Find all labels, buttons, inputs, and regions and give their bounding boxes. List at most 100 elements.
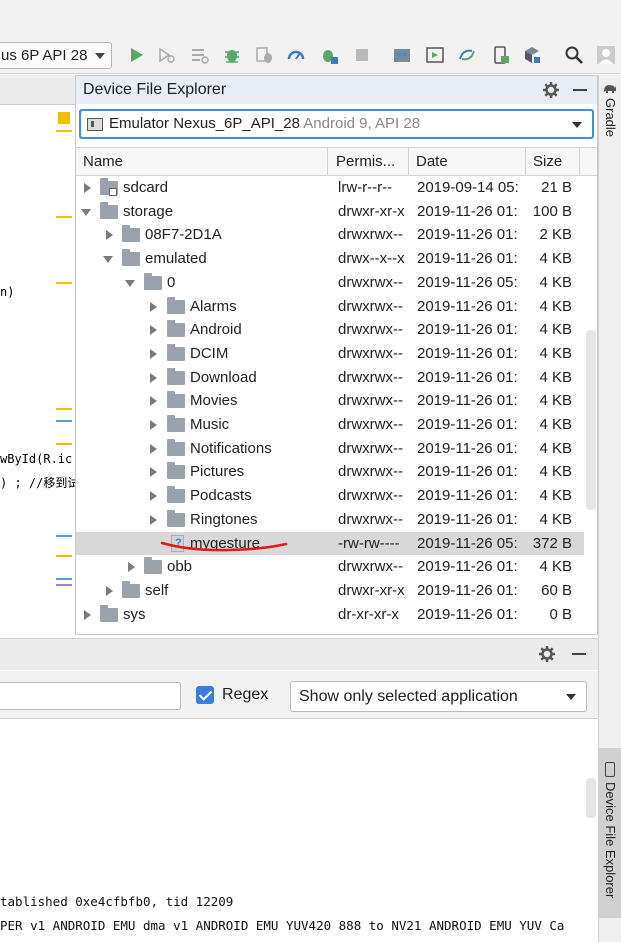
app-filter-dropdown[interactable]: Show only selected application <box>290 681 587 712</box>
file-tree[interactable]: sdcard lrw-r--r-- 2019-09-14 05: 21 B st… <box>76 176 584 635</box>
avd-manager-icon[interactable] <box>491 45 511 65</box>
file-permissions: drwx--x--x <box>338 250 405 268</box>
expand-icon[interactable] <box>128 562 135 573</box>
table-row[interactable]: Pictures drwxrwx-- 2019-11-26 01: 4 KB <box>76 460 584 484</box>
column-header-name[interactable]: Name <box>83 153 123 170</box>
gutter-marker <box>56 408 72 410</box>
apply-code-icon[interactable] <box>190 45 210 65</box>
file-date: 2019-11-26 01: <box>417 368 518 386</box>
device-selector[interactable]: us 6P API 28 <box>0 42 112 69</box>
apply-changes-icon[interactable] <box>156 45 176 65</box>
debug-icon[interactable] <box>222 45 242 65</box>
file-size: 372 B <box>532 534 572 552</box>
profile-icon[interactable] <box>286 45 306 65</box>
expand-icon[interactable] <box>150 348 157 359</box>
column-header-size[interactable]: Size <box>533 153 562 170</box>
gear-icon[interactable] <box>543 82 559 98</box>
table-row[interactable]: sdcard lrw-r--r-- 2019-09-14 05: 21 B <box>76 176 584 200</box>
table-row-selected[interactable]: mygesture -rw-rw---- 2019-11-26 05: 372 … <box>76 531 584 556</box>
code-editor[interactable] <box>0 75 76 635</box>
file-name: storage <box>123 202 174 220</box>
table-row[interactable]: storage drwxr-xr-x 2019-11-26 01: 100 B <box>76 200 584 224</box>
sdk-manager-icon[interactable] <box>522 45 542 65</box>
expand-icon[interactable] <box>150 325 157 336</box>
device-dropdown[interactable]: Emulator Nexus_6P_API_28 Android 9, API … <box>79 109 594 139</box>
expand-icon[interactable] <box>150 396 157 407</box>
expand-icon[interactable] <box>150 443 157 454</box>
vertical-scrollbar[interactable] <box>586 330 596 510</box>
expand-icon[interactable] <box>150 301 157 312</box>
table-row[interactable]: 0 drwxrwx-- 2019-11-26 05: 4 KB <box>76 271 584 295</box>
expand-icon[interactable] <box>150 467 157 478</box>
collapse-icon[interactable] <box>81 208 91 216</box>
file-permissions: drwxrwx-- <box>338 368 403 386</box>
folder-icon <box>144 557 162 575</box>
file-permissions: drwxr-xr-x <box>338 581 405 599</box>
column-separator <box>327 148 328 175</box>
attach-process-icon[interactable] <box>319 45 339 65</box>
regex-checkbox[interactable] <box>196 686 214 704</box>
collapse-icon[interactable] <box>125 279 135 287</box>
search-icon[interactable] <box>564 45 584 65</box>
file-size: 2 KB <box>539 226 572 244</box>
table-row[interactable]: Alarms drwxrwx-- 2019-11-26 01: 4 KB <box>76 295 584 319</box>
file-size: 4 KB <box>539 297 572 315</box>
file-size: 4 KB <box>539 416 572 433</box>
code-line: wById(R.ic <box>0 452 73 466</box>
expand-icon[interactable] <box>84 609 91 620</box>
table-row[interactable]: 08F7-2D1A drwxrwx-- 2019-11-26 01: 2 KB <box>76 223 584 247</box>
stop-icon[interactable] <box>352 45 372 65</box>
file-size: 4 KB <box>539 368 572 386</box>
file-name: sys <box>123 605 146 623</box>
run-icon[interactable] <box>126 45 146 65</box>
logcat-header <box>0 638 598 670</box>
layout-inspector-icon[interactable] <box>425 45 445 65</box>
expand-icon[interactable] <box>84 183 91 193</box>
folder-icon <box>122 580 140 598</box>
file-permissions: drwxrwx-- <box>338 487 403 505</box>
file-date: 2019-11-26 01: <box>417 226 518 244</box>
expand-icon[interactable] <box>106 585 113 596</box>
table-row[interactable]: self drwxr-xr-x 2019-11-26 01: 60 B <box>76 579 584 603</box>
expand-icon[interactable] <box>150 491 157 502</box>
bookmark-marker <box>58 112 70 124</box>
file-date: 2019-11-26 01: <box>417 605 518 623</box>
minimize-icon[interactable] <box>573 89 587 91</box>
table-row[interactable]: DCIM drwxrwx-- 2019-11-26 01: 4 KB <box>76 342 584 366</box>
logcat-search-input[interactable] <box>0 682 181 710</box>
editor-tab-strip <box>0 75 76 105</box>
table-row[interactable]: Music drwxrwx-- 2019-11-26 01: 4 KB <box>76 413 584 437</box>
user-icon[interactable] <box>596 45 616 65</box>
file-size: 21 B <box>541 179 572 196</box>
table-row[interactable]: Download drwxrwx-- 2019-11-26 01: 4 KB <box>76 366 584 390</box>
sync-gradle-icon[interactable] <box>457 45 477 65</box>
project-structure-icon[interactable] <box>392 45 412 65</box>
table-row[interactable]: Movies drwxrwx-- 2019-11-26 01: 4 KB <box>76 389 584 413</box>
file-name: Movies <box>190 392 238 410</box>
file-date: 2019-11-26 01: <box>417 558 518 576</box>
table-row[interactable]: Notifications drwxrwx-- 2019-11-26 01: 4… <box>76 437 584 461</box>
expand-icon[interactable] <box>150 372 157 383</box>
table-row[interactable]: emulated drwx--x--x 2019-11-26 01: 4 KB <box>76 247 584 271</box>
file-permissions: drwxrwx-- <box>338 392 403 410</box>
column-header-date[interactable]: Date <box>416 153 448 170</box>
table-row[interactable]: Ringtones drwxrwx-- 2019-11-26 01: 4 KB <box>76 508 584 532</box>
gear-icon[interactable] <box>539 646 555 662</box>
vertical-scrollbar[interactable] <box>586 778 596 818</box>
gradle-tab[interactable]: Gradle <box>603 98 618 137</box>
collapse-icon[interactable] <box>103 256 113 264</box>
folder-icon <box>167 320 185 338</box>
file-size: 4 KB <box>539 487 572 505</box>
chevron-down-icon <box>566 694 576 700</box>
table-row[interactable]: Android drwxrwx-- 2019-11-26 01: 4 KB <box>76 318 584 342</box>
expand-icon[interactable] <box>106 230 113 241</box>
table-row[interactable]: Podcasts drwxrwx-- 2019-11-26 01: 4 KB <box>76 484 584 508</box>
expand-icon[interactable] <box>150 514 157 525</box>
column-header-permissions[interactable]: Permis... <box>336 153 395 170</box>
minimize-icon[interactable] <box>572 653 586 655</box>
table-row[interactable]: sys dr-xr-xr-x 2019-11-26 01: 0 B <box>76 603 584 627</box>
file-name: self <box>145 581 169 599</box>
attach-debugger-icon[interactable] <box>254 45 274 65</box>
expand-icon[interactable] <box>150 420 157 430</box>
table-row[interactable]: obb drwxrwx-- 2019-11-26 01: 4 KB <box>76 555 584 579</box>
